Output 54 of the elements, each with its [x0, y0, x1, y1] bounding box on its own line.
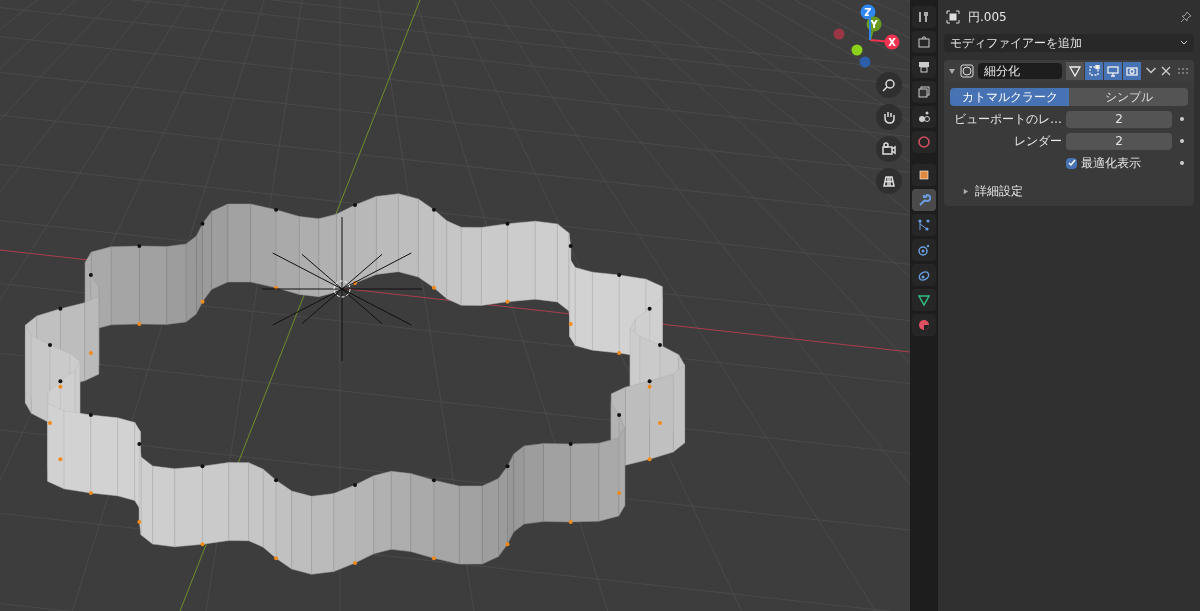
data-tab[interactable]: [912, 289, 936, 311]
grid-icon[interactable]: [876, 168, 902, 194]
object-tab[interactable]: [912, 164, 936, 186]
field-label: ビューポートのレ…: [953, 111, 1062, 128]
object-name: 円.005: [968, 9, 1008, 26]
orbit-icon: [917, 243, 931, 257]
chevron-down-icon: [1180, 40, 1188, 46]
camera-icon[interactable]: [1123, 62, 1141, 80]
add-modifier-dropdown[interactable]: モディファイアーを追加: [944, 34, 1194, 52]
number-field[interactable]: 2: [1066, 132, 1172, 150]
subpanel-title[interactable]: 詳細設定: [975, 182, 1023, 200]
field-label: レンダー: [1013, 133, 1062, 150]
particles-icon: [917, 218, 931, 232]
number-field[interactable]: 2: [1066, 110, 1172, 128]
printer-icon: [917, 60, 931, 74]
constraints-tab[interactable]: [912, 264, 936, 286]
drag-handle-icon[interactable]: [1178, 68, 1190, 74]
close-icon[interactable]: [1161, 66, 1171, 76]
render-tab[interactable]: [912, 31, 936, 53]
triangle-mesh-icon[interactable]: [1066, 62, 1084, 80]
modifier-name-field[interactable]: 細分化: [978, 63, 1062, 79]
modifier-tab[interactable]: [912, 189, 936, 211]
tools-icon: [917, 10, 931, 24]
pin-icon[interactable]: [1180, 11, 1192, 23]
particles-tab[interactable]: [912, 214, 936, 236]
disclosure-triangle-icon[interactable]: [962, 187, 969, 195]
view-layer-tab[interactable]: [912, 81, 936, 103]
edit-mode-icon[interactable]: [1085, 62, 1103, 80]
subdivision-type-tab[interactable]: カトマルクラーク: [950, 88, 1069, 106]
hand-pan-icon[interactable]: [876, 104, 902, 130]
disclosure-triangle-icon[interactable]: [948, 67, 956, 75]
world-tab[interactable]: [912, 131, 936, 153]
checkbox-label[interactable]: 最適化表示: [1081, 154, 1172, 172]
checkbox[interactable]: [1066, 157, 1077, 169]
axis-label[interactable]: Y: [866, 16, 882, 32]
monitor-icon[interactable]: [1104, 62, 1122, 80]
object-icon: [946, 10, 960, 24]
image-stack-icon: [917, 85, 931, 99]
material-tab[interactable]: [912, 314, 936, 336]
triangle-mesh-icon: [917, 293, 931, 307]
scene-icon: [917, 110, 931, 124]
zoom-icon[interactable]: [876, 72, 902, 98]
physics-tab[interactable]: [912, 239, 936, 261]
sphere-icon: [917, 318, 931, 332]
square-icon: [917, 168, 931, 182]
subdivision-icon: [960, 64, 974, 78]
axis-label[interactable]: X: [884, 34, 900, 50]
wrench-icon: [917, 193, 931, 207]
object-origin-icon: [261, 216, 423, 362]
tool-tab[interactable]: [912, 6, 936, 28]
output-tab[interactable]: [912, 56, 936, 78]
subdivision-type-tab[interactable]: シンプル: [1069, 88, 1188, 106]
camera-icon[interactable]: [876, 136, 902, 162]
scene-tab[interactable]: [912, 106, 936, 128]
